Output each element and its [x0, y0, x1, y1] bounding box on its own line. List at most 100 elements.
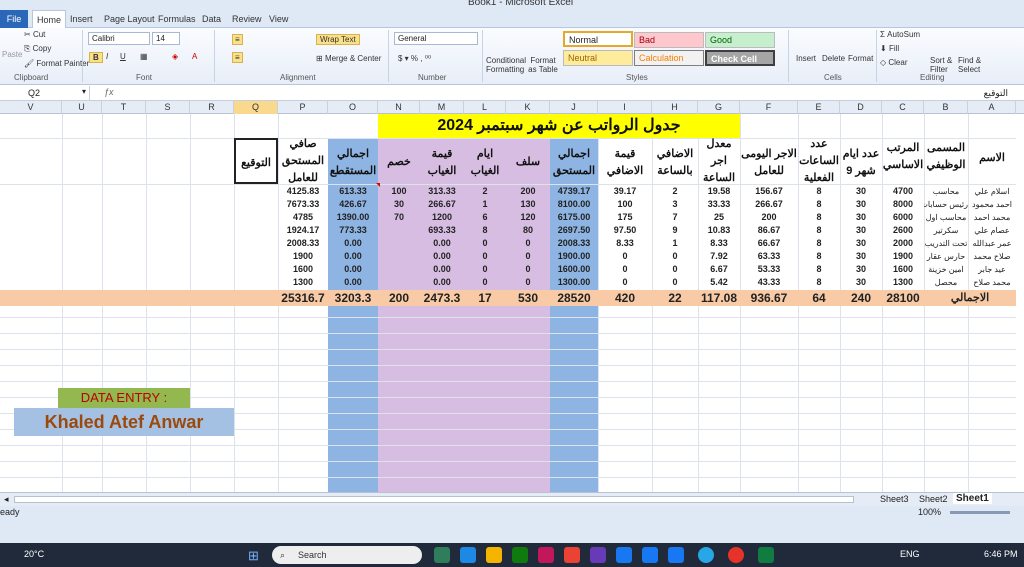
- cell-k-row-6[interactable]: 0: [506, 250, 550, 263]
- col-header-a[interactable]: A: [968, 101, 1016, 114]
- header-absence-value[interactable]: قيمة الغياب: [420, 146, 464, 180]
- data-entry-name[interactable]: Khaled Atef Anwar: [14, 408, 234, 436]
- cell-i-row-3[interactable]: 175: [598, 211, 652, 224]
- cell-i-row-1[interactable]: 39.17: [598, 185, 652, 198]
- cell-c-row-4[interactable]: 2600: [882, 224, 924, 237]
- col-header-n[interactable]: N: [378, 101, 420, 114]
- total-p[interactable]: 25316.7: [278, 290, 328, 306]
- cell-d-row-8[interactable]: 30: [840, 276, 882, 289]
- sheet-tab-3[interactable]: Sheet3: [880, 494, 909, 504]
- excel-active-icon[interactable]: [758, 547, 774, 563]
- cell-p-row-4[interactable]: 1924.17: [278, 224, 328, 237]
- fill-button[interactable]: ⬇ Fill: [880, 44, 899, 53]
- cell-m-row-4[interactable]: 693.33: [420, 224, 464, 237]
- header-advances[interactable]: سلف: [506, 154, 550, 171]
- sheet-tab-1-active[interactable]: Sheet1: [953, 493, 992, 504]
- header-overtime-value[interactable]: قيمة الاضافي: [598, 146, 652, 180]
- cell-k-row-7[interactable]: 0: [506, 263, 550, 276]
- cell-k-row-5[interactable]: 0: [506, 237, 550, 250]
- header-name[interactable]: الاسم: [968, 150, 1016, 167]
- cell-n-row-2[interactable]: 30: [378, 198, 420, 211]
- cell-h-row-3[interactable]: 7: [652, 211, 698, 224]
- col-header-l[interactable]: L: [464, 101, 506, 114]
- cell-e-row-3[interactable]: 8: [798, 211, 840, 224]
- cell-p-row-3[interactable]: 4785: [278, 211, 328, 224]
- cell-l-row-5[interactable]: 0: [464, 237, 506, 250]
- total-m[interactable]: 2473.3: [420, 290, 464, 306]
- cell-m-row-2[interactable]: 266.67: [420, 198, 464, 211]
- cell-o-row-7[interactable]: 0.00: [328, 263, 378, 276]
- cell-j-row-8[interactable]: 1300.00: [550, 276, 598, 289]
- app-icon[interactable]: [564, 547, 580, 563]
- cell-o-row-8[interactable]: 0.00: [328, 276, 378, 289]
- format-painter-button[interactable]: 🖌 Format Painter: [24, 59, 89, 68]
- cell-j-row-5[interactable]: 2008.33: [550, 237, 598, 250]
- cell-n-row-4[interactable]: [378, 224, 420, 237]
- cell-m-row-8[interactable]: 0.00: [420, 276, 464, 289]
- cell-d-row-6[interactable]: 30: [840, 250, 882, 263]
- cell-c-row-2[interactable]: 8000: [882, 198, 924, 211]
- col-header-r[interactable]: R: [190, 101, 234, 114]
- scroll-left-icon[interactable]: ◂: [4, 494, 9, 505]
- facebook-icon[interactable]: [642, 547, 658, 563]
- cell-o-row-4[interactable]: 773.33: [328, 224, 378, 237]
- underline-button[interactable]: U: [120, 52, 126, 61]
- cell-k-row-2[interactable]: 130: [506, 198, 550, 211]
- cell-h-row-1[interactable]: 2: [652, 185, 698, 198]
- insert-cells-button[interactable]: Insert: [796, 54, 816, 63]
- cell-d-row-7[interactable]: 30: [840, 263, 882, 276]
- cell-p-row-6[interactable]: 1900: [278, 250, 328, 263]
- col-header-i[interactable]: I: [598, 101, 652, 114]
- cell-m-row-7[interactable]: 0.00: [420, 263, 464, 276]
- cell-i-row-4[interactable]: 97.50: [598, 224, 652, 237]
- autosum-button[interactable]: Σ AutoSum: [880, 30, 920, 39]
- cell-g-row-4[interactable]: 10.83: [698, 224, 740, 237]
- cell-k-row-1[interactable]: 200: [506, 185, 550, 198]
- cell-g-row-2[interactable]: 33.33: [698, 198, 740, 211]
- cell-f-row-5[interactable]: 66.67: [740, 237, 798, 250]
- data-entry-label[interactable]: DATA ENTRY :: [58, 388, 190, 408]
- cell-b-row-7[interactable]: امين خزينة: [924, 263, 968, 276]
- cell-l-row-4[interactable]: 8: [464, 224, 506, 237]
- header-hourly-rate[interactable]: معدل اجر الساعة: [698, 136, 740, 187]
- excel-icon[interactable]: [512, 547, 528, 563]
- paste-button[interactable]: Paste: [2, 50, 22, 59]
- app-icon[interactable]: [538, 547, 554, 563]
- clear-button[interactable]: ◇ Clear: [880, 58, 908, 67]
- col-header-b[interactable]: B: [924, 101, 968, 114]
- total-h[interactable]: 22: [652, 290, 698, 306]
- total-e[interactable]: 64: [798, 290, 840, 306]
- cell-c-row-6[interactable]: 1900: [882, 250, 924, 263]
- cell-i-row-8[interactable]: 0: [598, 276, 652, 289]
- format-as-table-button[interactable]: Format as Table: [526, 56, 560, 74]
- tab-insert[interactable]: Insert: [66, 10, 97, 28]
- cell-c-row-7[interactable]: 1600: [882, 263, 924, 276]
- tab-page-layout[interactable]: Page Layout: [100, 10, 159, 28]
- cut-button[interactable]: ✂ Cut: [24, 30, 45, 39]
- cell-g-row-3[interactable]: 25: [698, 211, 740, 224]
- cell-h-row-7[interactable]: 0: [652, 263, 698, 276]
- cell-f-row-8[interactable]: 43.33: [740, 276, 798, 289]
- cell-i-row-5[interactable]: 8.33: [598, 237, 652, 250]
- header-absence-days[interactable]: ايام الغياب: [464, 146, 506, 180]
- header-total-deductions[interactable]: اجمالي المستقطع: [328, 146, 378, 180]
- style-check-cell[interactable]: Check Cell: [705, 50, 775, 66]
- col-header-d[interactable]: D: [840, 101, 882, 114]
- cell-b-row-5[interactable]: تحت التدريب: [924, 237, 968, 250]
- cell-h-row-2[interactable]: 3: [652, 198, 698, 211]
- font-name-combo[interactable]: Calibri: [88, 32, 150, 45]
- cell-d-row-1[interactable]: 30: [840, 185, 882, 198]
- cell-e-row-5[interactable]: 8: [798, 237, 840, 250]
- number-format-combo[interactable]: General: [394, 32, 478, 45]
- font-size-combo[interactable]: 14: [152, 32, 180, 45]
- cell-j-row-7[interactable]: 1600.00: [550, 263, 598, 276]
- header-hours[interactable]: عدد الساعات الفعلية: [798, 136, 840, 187]
- cell-m-row-5[interactable]: 0.00: [420, 237, 464, 250]
- header-net[interactable]: صافي المستحق للعامل: [278, 136, 328, 187]
- cell-b-row-4[interactable]: سكرتير: [924, 224, 968, 237]
- cell-j-row-6[interactable]: 1900.00: [550, 250, 598, 263]
- cell-a-row-1[interactable]: اسلام علي: [968, 185, 1016, 198]
- total-d[interactable]: 240: [840, 290, 882, 306]
- format-cells-button[interactable]: Format: [848, 54, 873, 63]
- cell-g-row-5[interactable]: 8.33: [698, 237, 740, 250]
